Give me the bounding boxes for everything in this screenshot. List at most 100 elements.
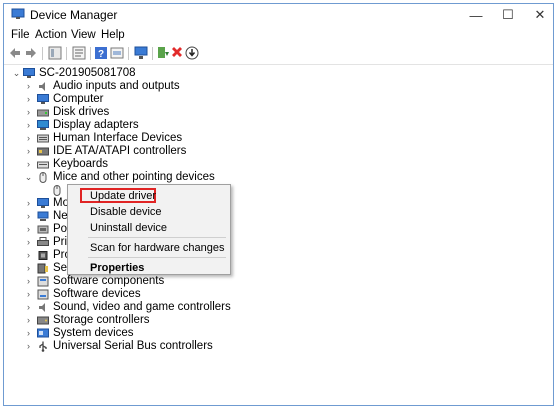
expand-icon[interactable]: › [24,301,33,314]
expand-icon[interactable]: › [24,197,33,210]
help-icon[interactable]: ? [94,46,108,60]
tree-item-label: Mice and other pointing devices [53,171,215,183]
usb-icon [39,341,47,352]
hid-icon [37,134,49,143]
tree-item-keyboards[interactable]: › Keyboards [4,158,304,171]
context-menu: Update driver Disable device Uninstall d… [67,184,231,275]
scan-icon[interactable] [134,46,148,60]
device-manager-app-icon [11,8,25,19]
tree-item-ide[interactable]: › IDE ATA/ATAPI controllers [4,145,304,158]
device-manager-window: Device Manager — ☐ ✕ File Action View He… [3,3,554,406]
svg-text:?: ? [98,49,104,60]
expand-icon[interactable]: › [24,340,33,353]
tree-item-label: Keyboards [53,158,108,170]
tree-item-audio[interactable]: › Audio inputs and outputs [4,80,304,93]
tree-item-label: Computer [53,93,104,105]
collapse-icon[interactable]: ⌄ [12,67,21,80]
update-driver-icon[interactable] [156,46,170,60]
toolbar: ? [4,45,553,63]
tree-item-software-components[interactable]: › Software components [4,275,304,288]
collapse-icon[interactable]: ⌄ [24,171,33,184]
ide-controller-icon [37,147,49,156]
properties-icon[interactable] [72,46,86,60]
expand-icon[interactable]: › [24,262,33,275]
uninstall-icon[interactable] [170,46,184,60]
scan-hardware-menu-item[interactable]: Scan for hardware changes [90,241,225,255]
tree-item-mice[interactable]: ⌄ Mice and other pointing devices [4,171,304,184]
port-icon [37,225,49,234]
network-icon [37,211,49,221]
tree-item-label: Display adapters [53,119,139,131]
tree-item-label: Universal Serial Bus controllers [53,340,213,352]
printer-icon [37,237,49,246]
tree-item-sound[interactable]: › Sound, video and game controllers [4,301,304,314]
back-icon[interactable] [8,46,22,60]
update-driver-menu-item[interactable]: Update driver [90,189,156,203]
menu-separator [88,257,226,258]
expand-icon[interactable]: › [24,327,33,340]
title-bar: Device Manager — ☐ ✕ [4,4,553,26]
tree-item-label: IDE ATA/ATAPI controllers [53,145,187,157]
expand-icon[interactable]: › [24,145,33,158]
system-device-icon [37,328,49,338]
expand-icon[interactable]: › [24,106,33,119]
uninstall-device-menu-item[interactable]: Uninstall device [90,221,167,235]
tree-item-label: System devices [53,327,134,339]
minimize-button[interactable]: — [461,4,491,26]
disk-icon [37,109,49,117]
tree-item-label: Human Interface Devices [53,132,183,144]
display-adapter-icon [37,120,49,130]
expand-icon[interactable]: › [24,288,33,301]
maximize-button[interactable]: ☐ [493,4,523,26]
menu-help[interactable]: Help [101,29,125,41]
expand-icon[interactable]: › [24,236,33,249]
forward-icon[interactable] [24,46,38,60]
tree-item-computer[interactable]: › Computer [4,93,304,106]
expand-icon[interactable]: › [24,80,33,93]
monitor-icon [37,94,49,104]
tree-item-label: Sound, video and game controllers [53,301,231,313]
menu-action[interactable]: Action [35,29,67,41]
expand-icon[interactable]: › [24,158,33,171]
menu-view[interactable]: View [71,29,96,41]
mouse-icon [53,185,61,196]
expand-icon[interactable]: › [24,275,33,288]
menu-file[interactable]: File [11,29,30,41]
close-button[interactable]: ✕ [525,4,553,26]
expand-icon[interactable]: › [24,93,33,106]
software-device-icon [37,289,49,300]
action-icon[interactable] [110,46,124,60]
processor-icon [38,251,48,260]
tree-item-hid[interactable]: › Human Interface Devices [4,132,304,145]
keyboard-icon [37,161,49,169]
menu-bar: File Action View Help [4,27,553,45]
tree-item-label: Audio inputs and outputs [53,80,180,92]
expand-icon[interactable]: › [24,314,33,327]
tree-item-storage[interactable]: › Storage controllers [4,314,304,327]
expand-icon[interactable]: › [24,132,33,145]
security-device-icon [37,263,48,274]
disable-device-menu-item[interactable]: Disable device [90,205,162,219]
mouse-icon [39,172,47,183]
tree-item-label: Software components [53,275,165,287]
install-icon[interactable] [185,46,199,60]
expand-icon[interactable]: › [24,119,33,132]
tree-root[interactable]: ⌄ SC-201905081708 [4,67,304,80]
properties-menu-item[interactable]: Properties [90,261,144,275]
computer-icon [23,68,35,78]
expand-icon[interactable]: › [24,223,33,236]
tree-item-software-devices[interactable]: › Software devices [4,288,304,301]
speaker-icon [39,82,45,91]
window-title: Device Manager [30,8,118,22]
software-component-icon [37,276,49,287]
tree-item-display-adapters[interactable]: › Display adapters [4,119,304,132]
tree-item-usb[interactable]: › Universal Serial Bus controllers [4,340,304,353]
show-hide-icon[interactable] [48,46,62,60]
expand-icon[interactable]: › [24,210,33,223]
tree-item-system-devices[interactable]: › System devices [4,327,304,340]
monitor-icon [37,198,49,208]
expand-icon[interactable]: › [24,249,33,262]
speaker-icon [39,303,45,312]
tree-item-label: Software devices [53,288,141,300]
tree-item-disk-drives[interactable]: › Disk drives [4,106,304,119]
